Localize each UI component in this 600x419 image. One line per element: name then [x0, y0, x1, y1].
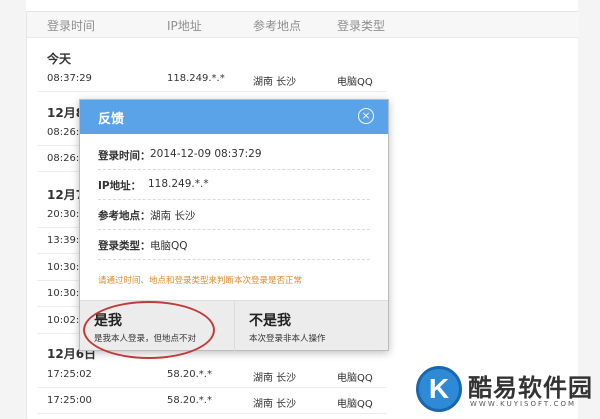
field-login-type: 登录类型： 电脑QQ [98, 230, 370, 260]
dialog-header: 反馈 × [80, 100, 388, 134]
field-login-time: 登录时间： 2014-12-09 08:37:29 [98, 140, 370, 170]
close-icon[interactable]: × [358, 108, 374, 124]
cell-type: 电脑QQ [337, 399, 373, 410]
cell-place: 湖南 长沙 [253, 77, 297, 88]
choice-subtitle: 本次登录非本人操作 [249, 334, 326, 344]
cell-ip: 118.249.*.* [167, 73, 225, 84]
watermark-logo: K 酷易软件园 WWW.KUYISOFT.COM [416, 366, 598, 416]
col-header-ip: IP地址 [167, 19, 202, 33]
cell-time: 17:25:02 [47, 369, 92, 380]
field-value: 电脑QQ [150, 240, 188, 252]
hint-text: 请通过时间、地点和登录类型来判断本次登录是否正常 [98, 276, 303, 286]
choice-title: 不是我 [249, 313, 291, 329]
cell-ip: 58.20.*.* [167, 395, 212, 406]
field-value: 118.249.*.* [148, 178, 209, 190]
dialog-title: 反馈 [98, 112, 125, 127]
group-label-today: 今天 [47, 52, 72, 66]
cell-time: 17:25:00 [47, 395, 92, 406]
field-label: IP地址： [98, 180, 142, 192]
cell-type: 电脑QQ [337, 77, 373, 88]
table-row: 17:25:02 58.20.*.* 湖南 长沙 电脑QQ [37, 364, 387, 388]
table-header: 登录时间 IP地址 参考地点 登录类型 [27, 12, 579, 38]
cell-place: 湖南 长沙 [253, 373, 297, 384]
field-ip: IP地址： 118.249.*.* [98, 170, 370, 200]
col-header-time: 登录时间 [47, 19, 96, 33]
cell-type: 电脑QQ [337, 373, 373, 384]
cell-ip: 58.20.*.* [167, 369, 212, 380]
cell-place: 湖南 长沙 [253, 399, 297, 410]
field-label: 登录类型： [98, 240, 151, 252]
field-value: 湖南 长沙 [150, 210, 196, 222]
field-label: 参考地点： [98, 210, 151, 222]
logo-mark: K [416, 366, 462, 412]
top-strip [26, 0, 578, 12]
not-me-button[interactable]: 不是我 本次登录非本人操作 [234, 301, 388, 351]
highlight-ellipse [83, 301, 215, 359]
logo-url: WWW.KUYISOFT.COM [470, 400, 577, 408]
table-row: 17:25:00 58.20.*.* 湖南 长沙 电脑QQ [37, 390, 387, 414]
cell-time: 08:37:29 [47, 73, 92, 84]
table-row: 08:37:29 118.249.*.* 湖南 长沙 电脑QQ [37, 68, 387, 92]
col-header-type: 登录类型 [337, 19, 386, 33]
field-value: 2014-12-09 08:37:29 [150, 148, 262, 160]
col-header-place: 参考地点 [253, 19, 302, 33]
field-label: 登录时间： [98, 150, 151, 162]
field-place: 参考地点： 湖南 长沙 [98, 200, 370, 230]
logo-name: 酷易软件园 [468, 374, 593, 402]
